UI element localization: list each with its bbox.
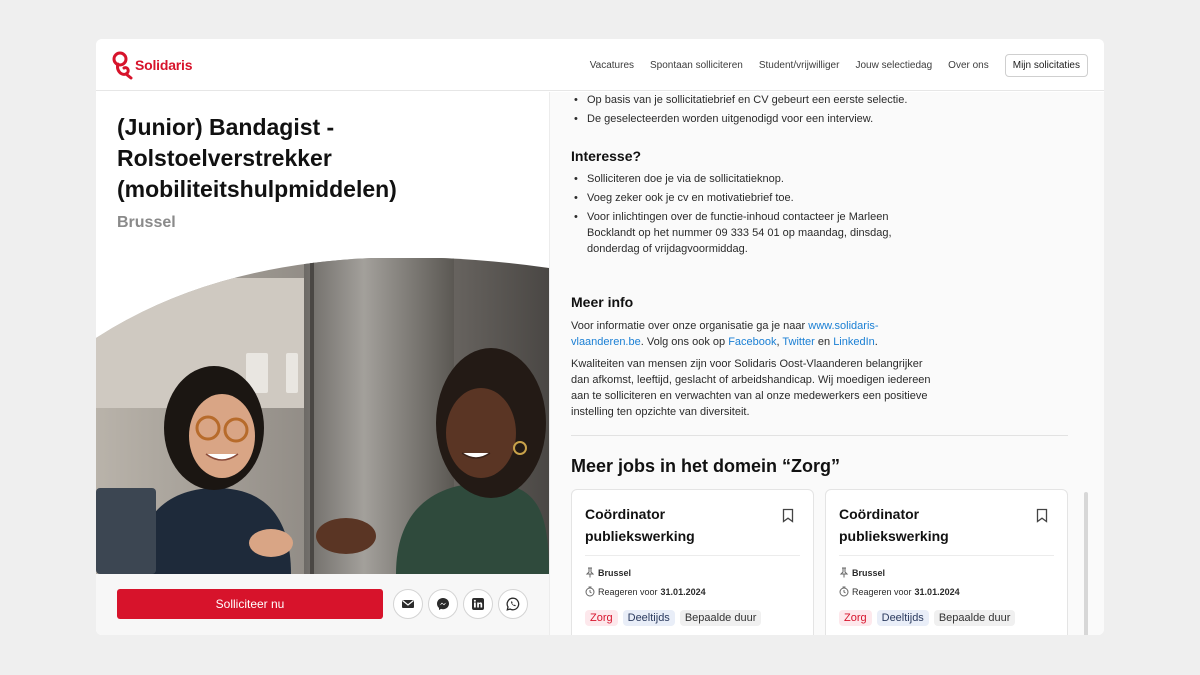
- deadline-date: 31.01.2024: [914, 586, 960, 597]
- nav-item-jouw-selectiedag[interactable]: Jouw selectiedag: [855, 60, 932, 71]
- messenger-icon: [437, 598, 449, 610]
- location-text: Brussel: [598, 567, 632, 578]
- separator-text: .: [874, 336, 878, 348]
- share-mail-button[interactable]: [393, 589, 423, 619]
- more-info-text: . Volg ons ook op: [640, 336, 729, 348]
- deadline-date: 31.01.2024: [660, 586, 706, 597]
- clock-icon: [839, 586, 849, 597]
- job-card-deadline: Reageren voor 31.01.2024: [585, 586, 706, 597]
- job-card-location: Brussel: [839, 567, 885, 578]
- share-linkedin-button[interactable]: [463, 589, 493, 619]
- job-card-tags: Zorg Deeltijds Bepaalde duur: [839, 610, 1020, 626]
- clock-icon: [585, 586, 595, 597]
- linkedin-link[interactable]: LinkedIn: [833, 336, 875, 348]
- main-nav: Vacatures Spontaan solliciteren Student/…: [574, 54, 1088, 77]
- tag-regime: Deeltijds: [876, 610, 929, 626]
- deadline-label: Reageren voor: [852, 586, 912, 597]
- job-header-panel: (Junior) Bandagist - Rolstoelverstrekker…: [96, 92, 549, 635]
- scrollbar[interactable]: [1084, 492, 1088, 635]
- section-heading-interesse: Interesse?: [571, 148, 642, 164]
- list-item: Voor inlichtingen over de functie-inhoud…: [571, 209, 916, 257]
- more-info-text: Voor informatie over onze organisatie ga…: [571, 320, 809, 332]
- facebook-link[interactable]: Facebook: [728, 336, 776, 348]
- card-divider: [839, 555, 1054, 556]
- card-divider: [585, 555, 800, 556]
- nav-item-student-vrijwilliger[interactable]: Student/vrijwilliger: [759, 60, 840, 71]
- hero-photo: [96, 258, 549, 574]
- diversity-paragraph: Kwaliteiten van mensen zijn voor Solidar…: [571, 358, 931, 418]
- pin-icon: [585, 567, 595, 578]
- nav-item-over-ons[interactable]: Over ons: [948, 60, 989, 71]
- job-card[interactable]: Coördinator publiekswerking Brussel Reag…: [825, 489, 1068, 635]
- location-text: Brussel: [852, 567, 886, 578]
- browser-window: Solidaris Vacatures Spontaan sollicitere…: [96, 39, 1104, 635]
- job-title: (Junior) Bandagist - Rolstoelverstrekker…: [117, 114, 397, 202]
- list-item: Op basis van je sollicitatiebrief en CV …: [571, 92, 971, 108]
- tag-contract: Bepaalde duur: [933, 610, 1016, 626]
- more-jobs-heading: Meer jobs in het domein “Zorg”: [571, 456, 841, 476]
- tag-domain: Zorg: [839, 610, 872, 626]
- tag-regime: Deeltijds: [622, 610, 675, 626]
- list-item: De geselecteerden worden uitgenodigd voo…: [571, 111, 971, 127]
- section-divider: [571, 435, 1068, 436]
- pin-icon: [839, 567, 849, 578]
- job-card[interactable]: Coördinator publiekswerking Brussel Reag…: [571, 489, 814, 635]
- brand-name: Solidaris: [135, 57, 193, 73]
- tag-domain: Zorg: [585, 610, 618, 626]
- job-card-location: Brussel: [585, 567, 631, 578]
- nav-item-vacatures[interactable]: Vacatures: [590, 60, 634, 71]
- share-whatsapp-button[interactable]: [498, 589, 528, 619]
- share-messenger-button[interactable]: [428, 589, 458, 619]
- solidaris-logo-icon: [112, 50, 134, 80]
- bookmark-icon[interactable]: [1036, 508, 1048, 528]
- job-card-title[interactable]: Coördinator publiekswerking: [585, 503, 765, 547]
- bookmark-icon[interactable]: [782, 508, 794, 528]
- procedure-list: Op basis van je sollicitatiebrief en CV …: [571, 92, 971, 130]
- deadline-label: Reageren voor: [598, 586, 658, 597]
- job-card-title[interactable]: Coördinator publiekswerking: [839, 503, 1019, 547]
- top-navigation-bar: Solidaris Vacatures Spontaan sollicitere…: [96, 39, 1104, 91]
- more-info-paragraph: Voor informatie over onze organisatie ga…: [571, 318, 901, 350]
- section-heading-meer-info: Meer info: [571, 294, 634, 310]
- solidaris-logo[interactable]: Solidaris: [112, 50, 193, 80]
- apply-bar: Solliciteer nu: [96, 574, 549, 635]
- tag-contract: Bepaalde duur: [679, 610, 762, 626]
- my-applications-button[interactable]: Mijn solicitaties: [1004, 54, 1088, 77]
- job-card-deadline: Reageren voor 31.01.2024: [839, 586, 960, 597]
- job-description-panel: Op basis van je sollicitatiebrief en CV …: [549, 92, 1104, 635]
- mail-icon: [402, 600, 414, 608]
- whatsapp-icon: [506, 597, 520, 611]
- interest-list: Solliciteren doe je via de sollicitatiek…: [571, 171, 916, 260]
- job-location: Brussel: [117, 214, 176, 231]
- job-card-tags: Zorg Deeltijds Bepaalde duur: [585, 610, 766, 626]
- nav-item-spontaan-solliciteren[interactable]: Spontaan solliciteren: [650, 60, 743, 71]
- twitter-link[interactable]: Twitter: [782, 336, 814, 348]
- linkedin-icon: [472, 598, 484, 610]
- separator-text: en: [814, 336, 834, 348]
- apply-button[interactable]: Solliciteer nu: [117, 589, 383, 619]
- list-item: Voeg zeker ook je cv en motivatiebrief t…: [571, 190, 916, 206]
- list-item: Solliciteren doe je via de sollicitatiek…: [571, 171, 916, 187]
